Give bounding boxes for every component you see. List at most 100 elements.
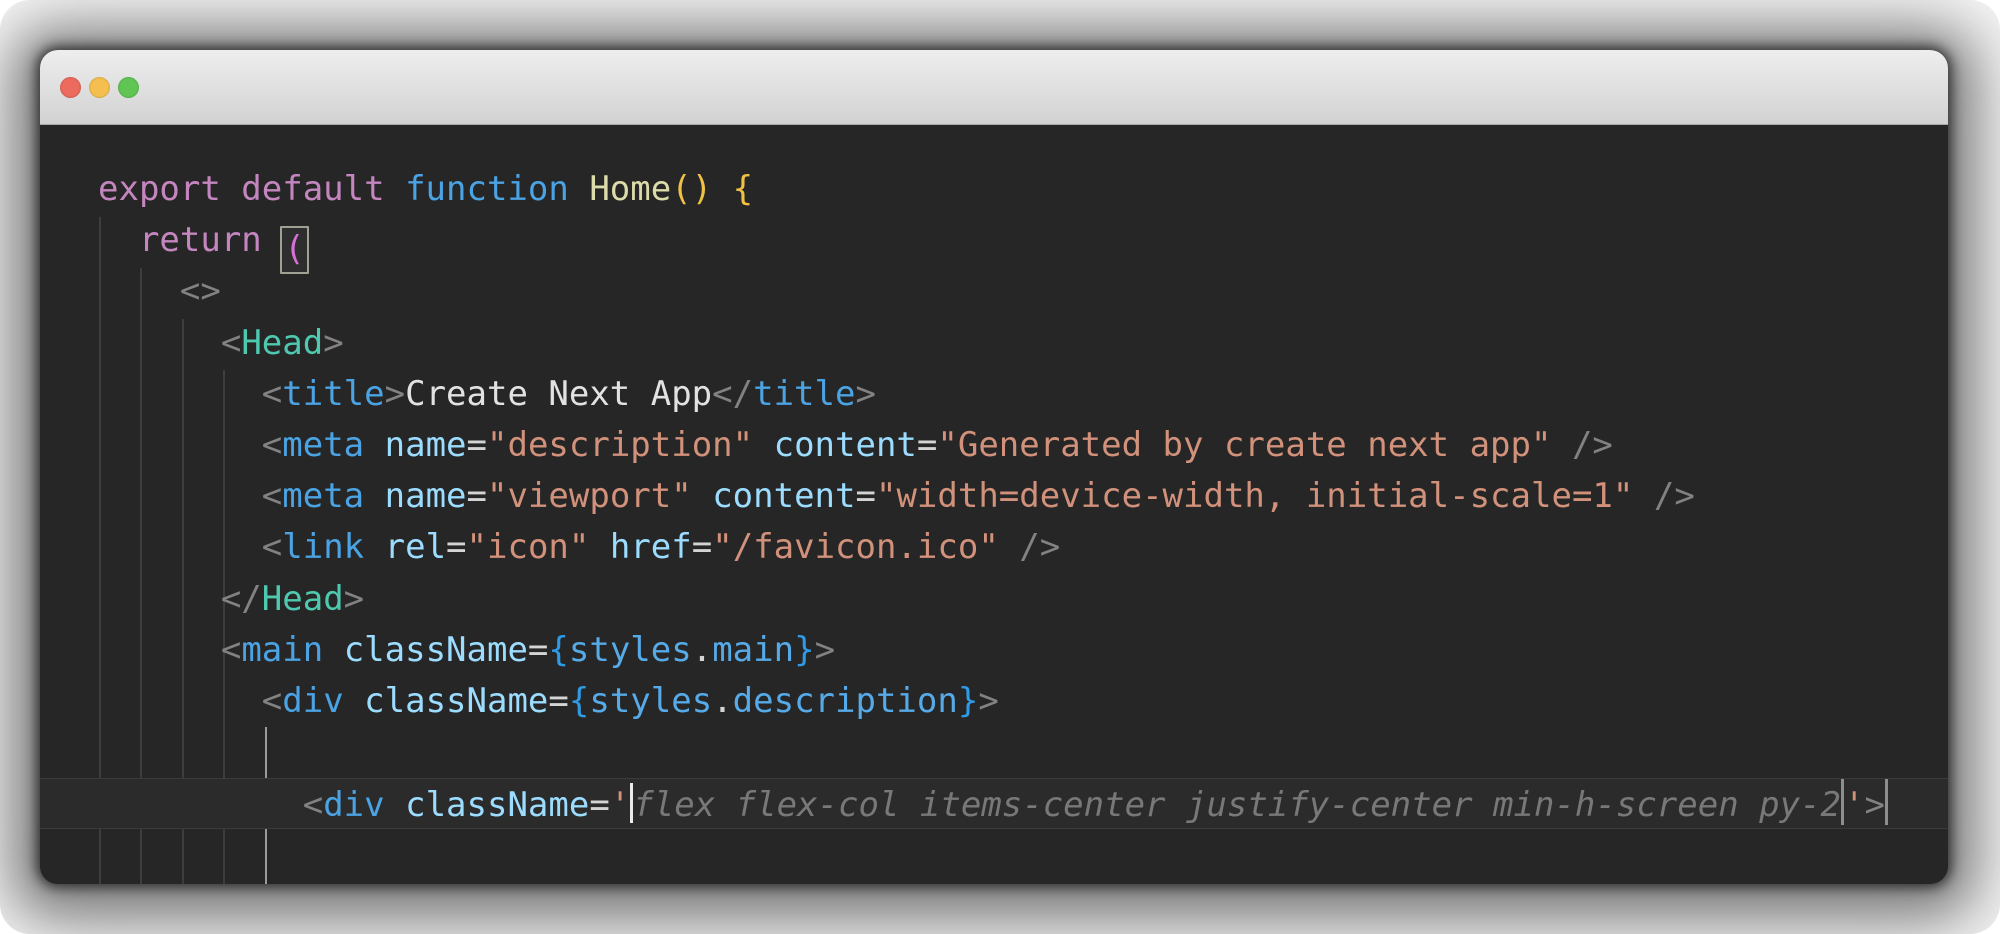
code-token: <: [262, 374, 282, 414]
code-token: [262, 220, 282, 260]
code-token: export default: [98, 169, 385, 209]
code-token: meta: [282, 476, 364, 516]
code-token: >: [344, 579, 364, 619]
line-return: return (: [40, 215, 1948, 266]
matched-bracket: (: [280, 226, 308, 274]
code-token: [98, 374, 262, 414]
line-link-favicon: <link rel="icon" href="/favicon.ico" />: [40, 522, 1948, 573]
code-token: styles: [569, 630, 692, 670]
code-token: div: [323, 785, 384, 825]
line-fragment-open: <>: [40, 266, 1948, 317]
cursor-bar: [1885, 779, 1888, 825]
code-token: [364, 425, 384, 465]
code-token: [569, 169, 589, 209]
code-token: className: [364, 681, 548, 721]
code-token: [1551, 425, 1571, 465]
code-token: "/favicon.ico": [712, 527, 999, 567]
line-main-open: <main className={styles.main}>: [40, 625, 1948, 676]
code-token: function: [405, 169, 569, 209]
code-token: "icon": [467, 527, 590, 567]
code-token: [98, 630, 221, 670]
code-token: [1633, 476, 1653, 516]
code-token: />: [1019, 527, 1060, 567]
code-token: =: [467, 476, 487, 516]
code-token: }: [794, 630, 814, 670]
code-token: <: [262, 527, 282, 567]
code-token: [589, 527, 609, 567]
code-token: meta: [282, 425, 364, 465]
copilot-ghost-text: flex flex-col items-center justify-cente…: [633, 785, 1841, 825]
code-token: className: [344, 630, 528, 670]
code-token: />: [1654, 476, 1695, 516]
line-head-close: </Head>: [40, 574, 1948, 625]
code-token: =: [855, 476, 875, 516]
code-token: main: [712, 630, 794, 670]
code-token: [364, 476, 384, 516]
code-token: [98, 579, 221, 619]
minimize-button[interactable]: [89, 77, 110, 98]
code-token: }: [958, 681, 978, 721]
code-token: [98, 425, 262, 465]
code-token: name: [385, 425, 467, 465]
code-token: =: [692, 527, 712, 567]
code-token: [98, 323, 221, 363]
line-export: export default function Home() {: [40, 164, 1948, 215]
code-token: [98, 476, 262, 516]
code-token: [753, 425, 773, 465]
code-editor[interactable]: export default function Home() { return …: [40, 126, 1948, 884]
code-token: link: [282, 527, 364, 567]
code-token: Head: [262, 579, 344, 619]
code-lines: export default function Home() { return …: [40, 164, 1948, 881]
code-token: <: [221, 630, 241, 670]
traffic-lights: [60, 77, 139, 98]
line-head-open: <Head>: [40, 318, 1948, 369]
code-token: [364, 527, 384, 567]
code-token: [344, 681, 364, 721]
code-token: [692, 476, 712, 516]
code-token: </: [221, 579, 262, 619]
code-token: "width=device-width, initial-scale=1": [876, 476, 1633, 516]
code-token: [98, 220, 139, 260]
code-token: href: [610, 527, 692, 567]
code-token: return: [139, 220, 262, 260]
code-token: {: [548, 630, 568, 670]
line-meta-viewport: <meta name="viewport" content="width=dev…: [40, 471, 1948, 522]
code-token: .: [692, 630, 712, 670]
code-token: <>: [180, 271, 221, 311]
code-token: .: [712, 681, 732, 721]
code-token: =: [589, 785, 609, 825]
code-token: Create Next App: [405, 374, 712, 414]
line-empty-1: [40, 727, 1948, 778]
code-token: [385, 785, 405, 825]
code-token: >: [815, 630, 835, 670]
code-token: ': [1844, 785, 1864, 825]
code-token: =: [528, 630, 548, 670]
zoom-button[interactable]: [118, 77, 139, 98]
code-token: name: [385, 476, 467, 516]
code-token: [323, 630, 343, 670]
code-token: <: [303, 785, 323, 825]
code-token: title: [282, 374, 384, 414]
code-token: <: [262, 476, 282, 516]
code-token: =: [548, 681, 568, 721]
code-token: [98, 681, 262, 721]
code-token: "description": [487, 425, 753, 465]
line-title: <title>Create Next App</title>: [40, 369, 1948, 420]
code-token: rel: [385, 527, 446, 567]
screenshot-canvas: export default function Home() { return …: [0, 0, 2000, 934]
code-token: "viewport": [487, 476, 692, 516]
code-token: >: [385, 374, 405, 414]
code-token: =: [467, 425, 487, 465]
code-token: >: [323, 323, 343, 363]
code-token: {: [569, 681, 589, 721]
close-button[interactable]: [60, 77, 81, 98]
code-token: content: [712, 476, 855, 516]
code-token: "Generated by create next app": [937, 425, 1551, 465]
code-token: [999, 527, 1019, 567]
code-token: ': [610, 785, 630, 825]
code-token: (): [671, 169, 712, 209]
code-token: >: [978, 681, 998, 721]
code-token: >: [855, 374, 875, 414]
code-token: [98, 271, 180, 311]
window-titlebar[interactable]: [40, 50, 1948, 125]
